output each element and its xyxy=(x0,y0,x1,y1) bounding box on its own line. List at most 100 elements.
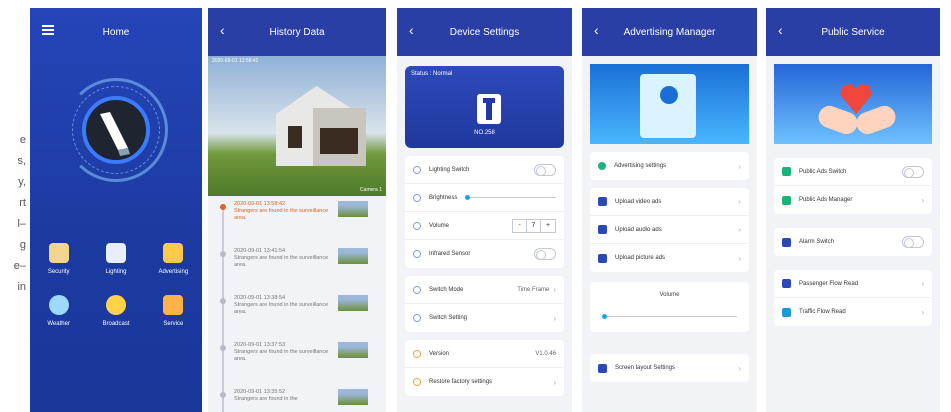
upload-card: Upload video ads › Upload audio ads › Up… xyxy=(590,188,749,272)
home-tile-label: Advertising xyxy=(158,269,189,275)
decrement-button[interactable]: - xyxy=(513,219,527,232)
history-item-desc: Strangers are found in the surveillance … xyxy=(234,208,329,221)
advertising-settings-row[interactable]: Advertising settings › xyxy=(590,152,749,180)
home-tile-security[interactable]: Security xyxy=(30,243,87,275)
passenger-flow-row[interactable]: Passenger Flow Read › xyxy=(774,270,932,298)
back-icon[interactable]: ‹ xyxy=(409,22,414,38)
history-item-time: 2020-09-01 13:38:54 xyxy=(234,295,286,301)
device-dial-core xyxy=(82,96,150,164)
passenger-flow-label: Passenger Flow Read xyxy=(799,280,859,287)
side-text: e s, y, rt l– g e– in xyxy=(0,130,26,298)
alarm-toggle[interactable] xyxy=(902,236,924,248)
history-item[interactable]: 2020-09-01 13:58:42 Strangers are found … xyxy=(220,201,380,241)
upload-video-row[interactable]: Upload video ads › xyxy=(590,188,749,216)
switch-setting-row[interactable]: Switch Setting › xyxy=(405,304,564,332)
history-item-text: 2020-09-01 13:35:52 Strangers are found … xyxy=(234,389,334,403)
slider-knob[interactable] xyxy=(602,314,607,319)
side-text-line: s, xyxy=(17,155,26,167)
home-tile-label: Weather xyxy=(47,321,70,327)
public-ads-manager-row[interactable]: Public Ads Manager › xyxy=(774,186,932,214)
switch-mode-row[interactable]: Switch Mode Time Frame › xyxy=(405,276,564,304)
lighting-toggle[interactable] xyxy=(534,163,556,176)
history-item-desc: Strangers are found in the surveillance … xyxy=(234,255,329,268)
back-icon[interactable]: ‹ xyxy=(220,22,225,38)
home-tile-service[interactable]: Service xyxy=(145,295,202,327)
history-thumbnail[interactable] xyxy=(338,201,368,217)
public-header: ‹ Public Service xyxy=(766,8,940,56)
history-item-time: 2020-09-01 13:35:52 xyxy=(234,389,286,395)
chevron-right-icon: › xyxy=(553,377,556,387)
surveillance-photo[interactable]: 2020-09-01 12:58:42 Camera 1 xyxy=(208,56,386,196)
passenger-flow-icon xyxy=(782,279,791,288)
public-ads-toggle[interactable] xyxy=(902,165,924,178)
history-header: ‹ History Data xyxy=(208,8,386,56)
alarm-switch-row: Alarm Switch xyxy=(774,228,932,256)
version-icon xyxy=(413,349,421,358)
traffic-flow-row[interactable]: Traffic Flow Read › xyxy=(774,298,932,326)
chevron-right-icon: › xyxy=(921,279,924,288)
public-service-screen: ‹ Public Service Public Ads Switch Publi… xyxy=(766,8,940,412)
flow-card: Passenger Flow Read › Traffic Flow Read … xyxy=(774,270,932,326)
upload-audio-label: Upload audio ads xyxy=(615,226,662,233)
advertising-banner xyxy=(590,64,749,144)
volume-icon xyxy=(413,221,421,230)
timeline-dot xyxy=(220,298,226,304)
version-value: V1.0.46 xyxy=(535,350,556,357)
history-item[interactable]: 2020-09-01 13:35:52 Strangers are found … xyxy=(220,389,380,412)
alarm-icon xyxy=(782,237,791,247)
restore-icon xyxy=(413,378,421,386)
window xyxy=(320,128,358,154)
menu-icon[interactable] xyxy=(42,25,54,35)
public-ads-switch-row: Public Ads Switch xyxy=(774,158,932,186)
brightness-label: Brightness xyxy=(429,194,458,201)
infrared-row: Infrared Sensor xyxy=(405,240,564,268)
home-tile-advertising[interactable]: Advertising xyxy=(145,243,202,275)
brightness-slider[interactable] xyxy=(465,195,556,200)
history-item-text: 2020-09-01 13:37:53 Strangers are found … xyxy=(234,342,334,363)
history-thumbnail[interactable] xyxy=(338,295,368,311)
history-item[interactable]: 2020-09-01 13:37:53 Strangers are found … xyxy=(220,342,380,382)
device-status-card: Status : Normal NO.258 xyxy=(405,66,564,148)
increment-button[interactable]: + xyxy=(541,220,555,232)
photo-timestamp: 2020-09-01 12:58:42 xyxy=(212,58,259,64)
timeline-dot xyxy=(220,204,226,210)
history-item-text: 2020-09-01 13:58:42 Strangers are found … xyxy=(234,201,334,222)
device-icon xyxy=(477,94,501,124)
screen-layout-row[interactable]: Screen layout Settings › xyxy=(590,354,749,382)
side-text-line: y, xyxy=(18,176,26,188)
version-label: Version xyxy=(429,350,450,357)
switch-card: Switch Mode Time Frame › Switch Setting … xyxy=(405,276,564,332)
version-card: Version V1.0.46 Restore factory settings… xyxy=(405,340,564,396)
switch-mode-icon xyxy=(413,285,421,294)
history-thumbnail[interactable] xyxy=(338,248,368,264)
back-icon[interactable]: ‹ xyxy=(778,22,783,38)
switch-setting-icon xyxy=(413,314,421,322)
brightness-row: Brightness xyxy=(405,184,564,212)
history-thumbnail[interactable] xyxy=(338,342,368,358)
history-item[interactable]: 2020-09-01 13:38:54 Strangers are found … xyxy=(220,295,380,335)
home-tile-weather[interactable]: Weather xyxy=(30,295,87,327)
restore-row[interactable]: Restore factory settings › xyxy=(405,368,564,396)
history-thumbnail[interactable] xyxy=(338,389,368,405)
history-item[interactable]: 2020-09-01 13:41:54 Strangers are found … xyxy=(220,248,380,288)
chevron-right-icon: › xyxy=(553,313,556,323)
public-ads-manager-label: Public Ads Manager xyxy=(799,197,853,203)
infrared-toggle[interactable] xyxy=(534,248,556,260)
home-tile-lighting[interactable]: Lighting xyxy=(87,243,144,275)
upload-audio-row[interactable]: Upload audio ads › xyxy=(590,216,749,244)
slider-knob[interactable] xyxy=(465,195,471,200)
adv-title: Advertising Manager xyxy=(623,26,716,38)
home-icon-grid: Security Lighting Advertising Weather Br… xyxy=(30,243,202,327)
lighting-switch-row: Lighting Switch xyxy=(405,156,564,184)
back-icon[interactable]: ‹ xyxy=(594,22,599,38)
home-tile-broadcast[interactable]: Broadcast xyxy=(87,295,144,327)
upload-picture-row[interactable]: Upload picture ads › xyxy=(590,244,749,272)
chevron-right-icon: › xyxy=(921,307,924,317)
volume-label: Volume xyxy=(659,292,680,298)
home-tile-label: Lighting xyxy=(105,269,127,275)
device-status-dial xyxy=(30,56,202,236)
public-title: Public Service xyxy=(821,26,885,38)
volume-slider[interactable] xyxy=(602,314,737,319)
lighting-icon xyxy=(413,165,421,174)
volume-row: Volume - 7 + xyxy=(405,212,564,240)
